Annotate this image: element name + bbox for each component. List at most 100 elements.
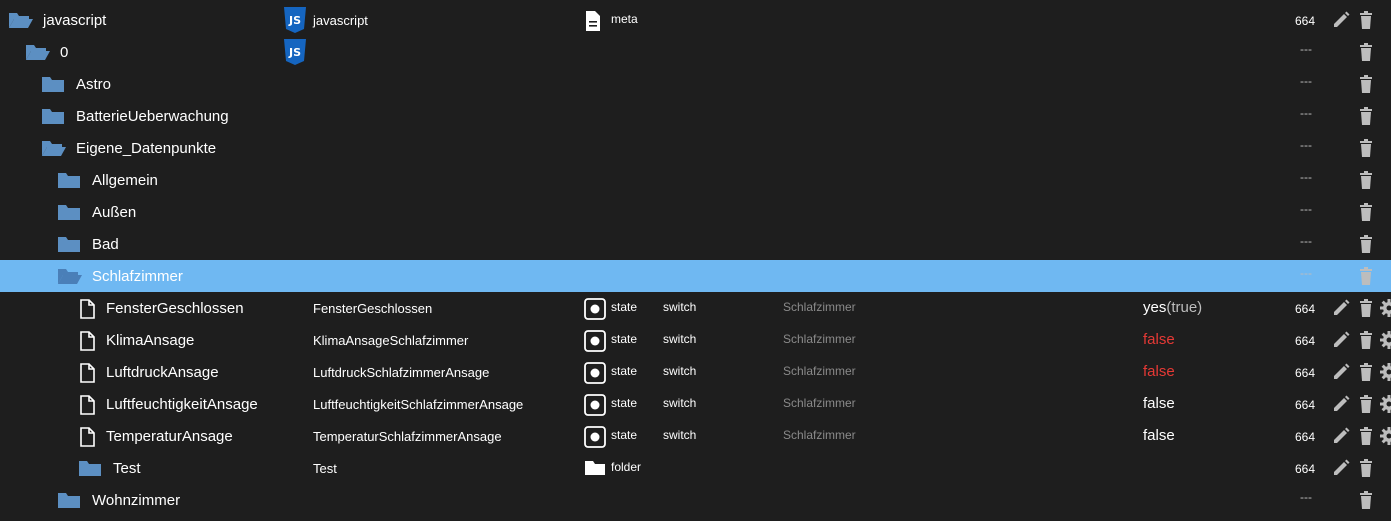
- acl-empty: ---: [1300, 106, 1312, 120]
- tree-row[interactable]: Schlafzimmer ---: [0, 260, 1391, 292]
- gear-icon[interactable]: [1379, 298, 1391, 318]
- tree-row[interactable]: Wohnzimmer ---: [0, 484, 1391, 516]
- tree-row[interactable]: TemperaturAnsage TemperaturSchlafzimmerAn…: [0, 420, 1391, 452]
- state-icon: [584, 426, 606, 448]
- folder-icon[interactable]: [78, 459, 102, 477]
- delete-icon[interactable]: [1356, 362, 1376, 382]
- folder-icon: [584, 458, 606, 480]
- object-name: KlimaAnsageSchlafzimmer: [313, 333, 469, 348]
- acl-empty: ---: [1300, 170, 1312, 184]
- edit-icon[interactable]: [1331, 298, 1351, 318]
- delete-icon[interactable]: [1356, 394, 1376, 414]
- object-type: state: [611, 300, 638, 314]
- state-value[interactable]: false: [1143, 331, 1175, 348]
- edit-icon[interactable]: [1331, 330, 1351, 350]
- state-icon: [584, 298, 606, 320]
- object-name: FensterGeschlossen: [313, 301, 433, 316]
- edit-icon[interactable]: [1331, 426, 1351, 446]
- delete-icon[interactable]: [1356, 426, 1376, 446]
- folder-icon[interactable]: [41, 75, 65, 93]
- acl-value: 664: [1295, 462, 1316, 476]
- tree-row[interactable]: LuftfeuchtigkeitAnsage LuftfeuchtigkeitSc…: [0, 388, 1391, 420]
- gear-icon[interactable]: [1379, 426, 1391, 446]
- tree-row[interactable]: LuftdruckAnsage LuftdruckSchlafzimmerAnsa…: [0, 356, 1391, 388]
- object-type: state: [611, 428, 638, 442]
- folder-icon[interactable]: [57, 491, 81, 509]
- object-room: Schlafzimmer: [783, 332, 856, 346]
- state-value[interactable]: false: [1143, 363, 1175, 380]
- folder-open-icon[interactable]: [25, 43, 50, 61]
- folder-icon[interactable]: [57, 203, 81, 221]
- delete-icon[interactable]: [1356, 170, 1376, 190]
- delete-icon[interactable]: [1356, 10, 1376, 30]
- edit-icon[interactable]: [1331, 458, 1351, 478]
- tree-row[interactable]: BatterieUeberwachung ---: [0, 100, 1391, 132]
- object-role: switch: [663, 300, 697, 314]
- delete-icon[interactable]: [1356, 458, 1376, 478]
- delete-icon[interactable]: [1356, 138, 1376, 158]
- tree-row[interactable]: Test Test folder 664: [0, 452, 1391, 484]
- folder-icon[interactable]: [57, 235, 81, 253]
- tree-row[interactable]: KlimaAnsage KlimaAnsageSchlafzimmer state s…: [0, 324, 1391, 356]
- row-name: FensterGeschlossen: [106, 300, 244, 317]
- object-name: Test: [313, 461, 337, 476]
- delete-icon[interactable]: [1356, 266, 1376, 286]
- state-value[interactable]: yes(true): [1143, 299, 1202, 316]
- delete-icon[interactable]: [1356, 490, 1376, 510]
- gear-icon[interactable]: [1379, 394, 1391, 414]
- delete-icon[interactable]: [1356, 330, 1376, 350]
- row-name: LuftdruckAnsage: [106, 364, 219, 381]
- row-name: Astro: [76, 76, 112, 93]
- folder-open-icon[interactable]: [57, 267, 82, 285]
- delete-icon[interactable]: [1356, 234, 1376, 254]
- object-room: Schlafzimmer: [783, 428, 856, 442]
- acl-empty: ---: [1300, 266, 1312, 280]
- folder-open-icon[interactable]: [8, 11, 33, 29]
- folder-icon[interactable]: [57, 171, 81, 189]
- row-name: Bad: [92, 236, 119, 253]
- state-icon: [584, 362, 606, 384]
- tree-row[interactable]: Eigene_Datenpunkte ---: [0, 132, 1391, 164]
- gear-icon[interactable]: [1379, 362, 1391, 382]
- tree-row[interactable]: FensterGeschlossen FensterGeschlossen stat…: [0, 292, 1391, 324]
- js-icon: JS: [283, 6, 307, 34]
- row-name: Schlafzimmer: [92, 268, 183, 285]
- acl-empty: ---: [1300, 490, 1312, 504]
- acl-value: 664: [1295, 430, 1316, 444]
- object-type: state: [611, 332, 638, 346]
- edit-icon[interactable]: [1331, 10, 1351, 30]
- delete-icon[interactable]: [1356, 74, 1376, 94]
- gear-icon[interactable]: [1379, 330, 1391, 350]
- object-name: LuftdruckSchlafzimmerAnsage: [313, 365, 490, 380]
- delete-icon[interactable]: [1356, 42, 1376, 62]
- edit-icon[interactable]: [1331, 394, 1351, 414]
- state-value[interactable]: false: [1143, 395, 1175, 412]
- delete-icon[interactable]: [1356, 106, 1376, 126]
- delete-icon[interactable]: [1356, 298, 1376, 318]
- tree-row[interactable]: Astro ---: [0, 68, 1391, 100]
- tree-row[interactable]: Bad ---: [0, 228, 1391, 260]
- state-value[interactable]: false: [1143, 427, 1175, 444]
- tree-row[interactable]: Allgemein ---: [0, 164, 1391, 196]
- acl-empty: ---: [1300, 234, 1312, 248]
- tree-row[interactable]: Außen ---: [0, 196, 1391, 228]
- state-value-text: false: [1143, 395, 1175, 412]
- delete-icon[interactable]: [1356, 202, 1376, 222]
- object-type: state: [611, 364, 638, 378]
- object-name: LuftfeuchtigkeitSchlafzimmerAnsage: [313, 397, 524, 412]
- object-type: state: [611, 396, 638, 410]
- edit-icon[interactable]: [1331, 362, 1351, 382]
- row-name: javascript: [43, 12, 107, 29]
- file-icon: [584, 10, 606, 32]
- acl-value: 664: [1295, 302, 1316, 316]
- object-room: Schlafzimmer: [783, 396, 856, 410]
- object-role: switch: [663, 396, 697, 410]
- acl-empty: ---: [1300, 74, 1312, 88]
- folder-open-icon[interactable]: [41, 139, 66, 157]
- tree-row[interactable]: javascript JS javascript meta 664: [0, 4, 1391, 36]
- folder-icon[interactable]: [41, 107, 65, 125]
- acl-value: 664: [1295, 14, 1316, 28]
- object-type: meta: [611, 12, 638, 26]
- tree-row[interactable]: 0 JS ---: [0, 36, 1391, 68]
- row-name: TemperaturAnsage: [106, 428, 233, 445]
